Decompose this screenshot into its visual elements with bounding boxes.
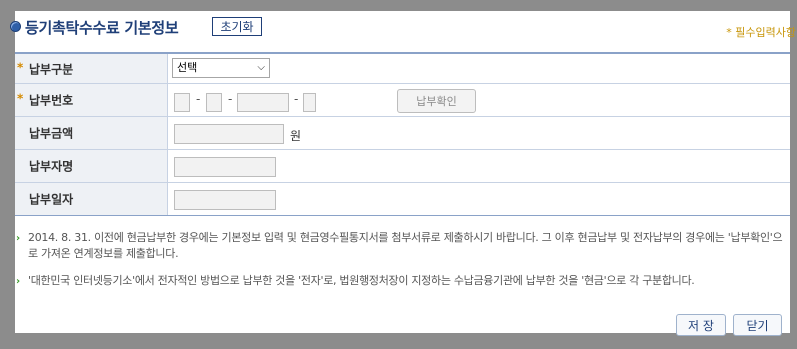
arrow-right-icon: ›: [16, 233, 21, 244]
dash-3: -: [294, 92, 299, 106]
dash-2: -: [228, 92, 233, 106]
payment-number-part4[interactable]: [303, 93, 316, 112]
note-item: › 2014. 8. 31. 이전에 현금납부한 경우에는 기본정보 입력 및 …: [15, 230, 785, 262]
note-item: › '대한민국 인터넷등기소'에서 전자적인 방법으로 납부한 것을 '전자'로…: [15, 273, 785, 289]
payment-number-part2[interactable]: [206, 93, 222, 112]
page-title: 등기촉탁수수료 기본정보: [25, 19, 179, 37]
payer-name-field[interactable]: [174, 157, 276, 177]
amount-unit: 원: [290, 129, 302, 143]
info-form: * 납부구분 선택 ⌵ * 납부번호 - - - 납부확인 납부금액 원 납부자…: [15, 52, 790, 216]
form-row-payment-date: 납부일자: [15, 182, 790, 216]
payment-date-field[interactable]: [174, 190, 276, 210]
label-payer-name: 납부자명: [29, 159, 74, 174]
close-button[interactable]: 닫기: [733, 314, 782, 336]
form-row-payer-name: 납부자명: [15, 149, 790, 183]
payment-type-value: 선택: [177, 61, 198, 74]
label-payment-type: 납부구분: [29, 62, 74, 76]
note-text: '대한민국 인터넷등기소'에서 전자적인 방법으로 납부한 것을 '전자'로, …: [28, 274, 695, 287]
payment-confirm-button[interactable]: 납부확인: [397, 89, 476, 113]
arrow-right-icon: ›: [16, 276, 21, 287]
label-payment-date: 납부일자: [29, 192, 74, 207]
reset-button[interactable]: 초기화: [212, 17, 262, 36]
label-payment-number: 납부번호: [29, 93, 74, 108]
payment-type-select[interactable]: 선택 ⌵: [172, 58, 270, 78]
required-star: *: [17, 60, 24, 75]
required-star: *: [17, 91, 24, 106]
chevron-down-icon: ⌵: [257, 62, 265, 73]
payment-number-part1[interactable]: [174, 93, 190, 112]
dialog-panel: 등기촉탁수수료 기본정보 초기화 * 필수입력사항 * 납부구분 선택 ⌵ * …: [10, 11, 796, 336]
amount-field[interactable]: [174, 124, 284, 144]
note-text: 2014. 8. 31. 이전에 현금납부한 경우에는 기본정보 입력 및 현금…: [28, 231, 783, 260]
dash-1: -: [196, 92, 201, 106]
form-row-amount: 납부금액 원: [15, 116, 790, 150]
form-row-payment-type: * 납부구분 선택 ⌵: [15, 52, 790, 84]
required-note: * 필수입력사항: [726, 26, 796, 39]
form-row-payment-number: * 납부번호 - - - 납부확인: [15, 83, 790, 117]
label-amount: 납부금액: [29, 126, 74, 141]
bullet-icon: [10, 21, 21, 32]
save-button[interactable]: 저 장: [676, 314, 726, 336]
title-row: 등기촉탁수수료 기본정보 초기화 * 필수입력사항: [10, 11, 796, 51]
payment-number-part3[interactable]: [237, 93, 289, 112]
